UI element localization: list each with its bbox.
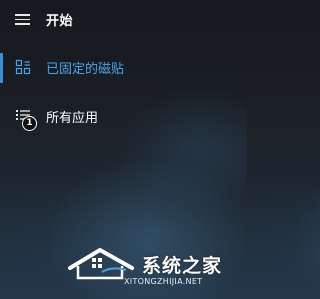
nav-item-label: 所有应用 (46, 111, 99, 126)
tiles-icon (15, 59, 31, 75)
step-badge: 1 (22, 116, 37, 131)
start-title: 开始 (46, 14, 74, 29)
nav-item-pinned-tiles[interactable]: 已固定的磁贴 (0, 50, 247, 86)
active-indicator (0, 53, 3, 83)
nav-item-all-apps[interactable]: 1 所有应用 (0, 99, 247, 135)
watermark: 系统之家 XITONGZHIJIA.NET (66, 244, 246, 296)
watermark-text: 系统之家 (142, 255, 223, 277)
hamburger-menu-icon[interactable] (15, 14, 30, 25)
watermark-url: XITONGZHIJIA.NET (124, 277, 203, 286)
nav-item-label: 已固定的磁贴 (46, 62, 125, 77)
start-header[interactable]: 开始 (0, 4, 247, 34)
start-menu: { "header": { "title": "开始", "menu_icon"… (0, 0, 247, 299)
